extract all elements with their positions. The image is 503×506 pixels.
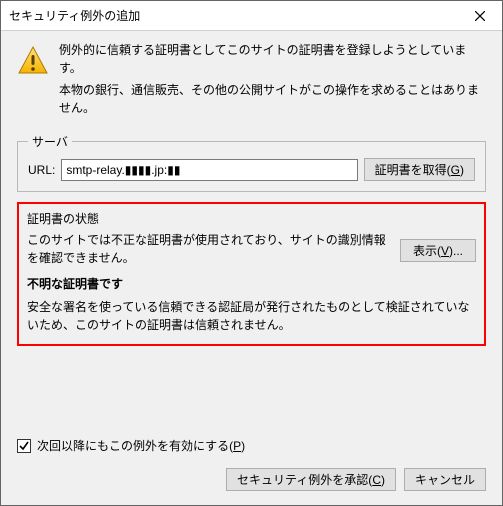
warning-icon [17, 45, 49, 77]
spacer [17, 356, 486, 427]
server-legend: サーバ [28, 133, 72, 150]
persist-checkbox[interactable] [17, 439, 31, 453]
status-text: このサイトでは不正な証明書が使用されており、サイトの識別情報を確認できません。 [27, 231, 392, 275]
server-group: サーバ URL: 証明書を取得(G) [17, 133, 486, 192]
intro-text: 例外的に信頼する証明書としてこのサイトの証明書を登録しようとしています。 本物の… [59, 41, 486, 121]
footer-buttons: セキュリティ例外を承認(C) キャンセル [17, 468, 486, 491]
get-certificate-button[interactable]: 証明書を取得(G) [364, 158, 475, 181]
persist-checkbox-label: 次回以降にもこの例外を有効にする(P) [37, 437, 245, 454]
status-reason: 安全な署名を使っている信頼できる認証局が発行されたものとして検証されていないため… [27, 298, 476, 334]
intro-section: 例外的に信頼する証明書としてこのサイトの証明書を登録しようとしています。 本物の… [17, 41, 486, 121]
status-top: このサイトでは不正な証明書が使用されており、サイトの識別情報を確認できません。 … [27, 231, 476, 275]
intro-line1: 例外的に信頼する証明書としてこのサイトの証明書を登録しようとしています。 [59, 41, 486, 77]
intro-line2: 本物の銀行、通信販売、その他の公開サイトがこの操作を求めることはありません。 [59, 81, 486, 117]
persist-checkbox-row[interactable]: 次回以降にもこの例外を有効にする(P) [17, 437, 486, 454]
dialog-content: 例外的に信頼する証明書としてこのサイトの証明書を登録しようとしています。 本物の… [1, 31, 502, 505]
close-icon [475, 11, 485, 21]
window-title: セキュリティ例外の追加 [9, 7, 457, 24]
certificate-status-group: 証明書の状態 このサイトでは不正な証明書が使用されており、サイトの識別情報を確認… [17, 202, 486, 346]
confirm-exception-button[interactable]: セキュリティ例外を承認(C) [226, 468, 396, 491]
view-certificate-button[interactable]: 表示(V)... [400, 239, 476, 262]
url-input[interactable] [61, 159, 357, 181]
url-label: URL: [28, 163, 55, 177]
status-desc: このサイトでは不正な証明書が使用されており、サイトの識別情報を確認できません。 [27, 231, 392, 267]
close-button[interactable] [457, 1, 502, 31]
cancel-button[interactable]: キャンセル [404, 468, 486, 491]
titlebar: セキュリティ例外の追加 [1, 1, 502, 31]
server-row: URL: 証明書を取得(G) [28, 158, 475, 181]
dialog-window: セキュリティ例外の追加 例外的に信頼する証明書 [0, 0, 503, 506]
status-subheading: 不明な証明書です [27, 275, 476, 292]
check-icon [19, 441, 29, 451]
status-title: 証明書の状態 [27, 210, 476, 227]
